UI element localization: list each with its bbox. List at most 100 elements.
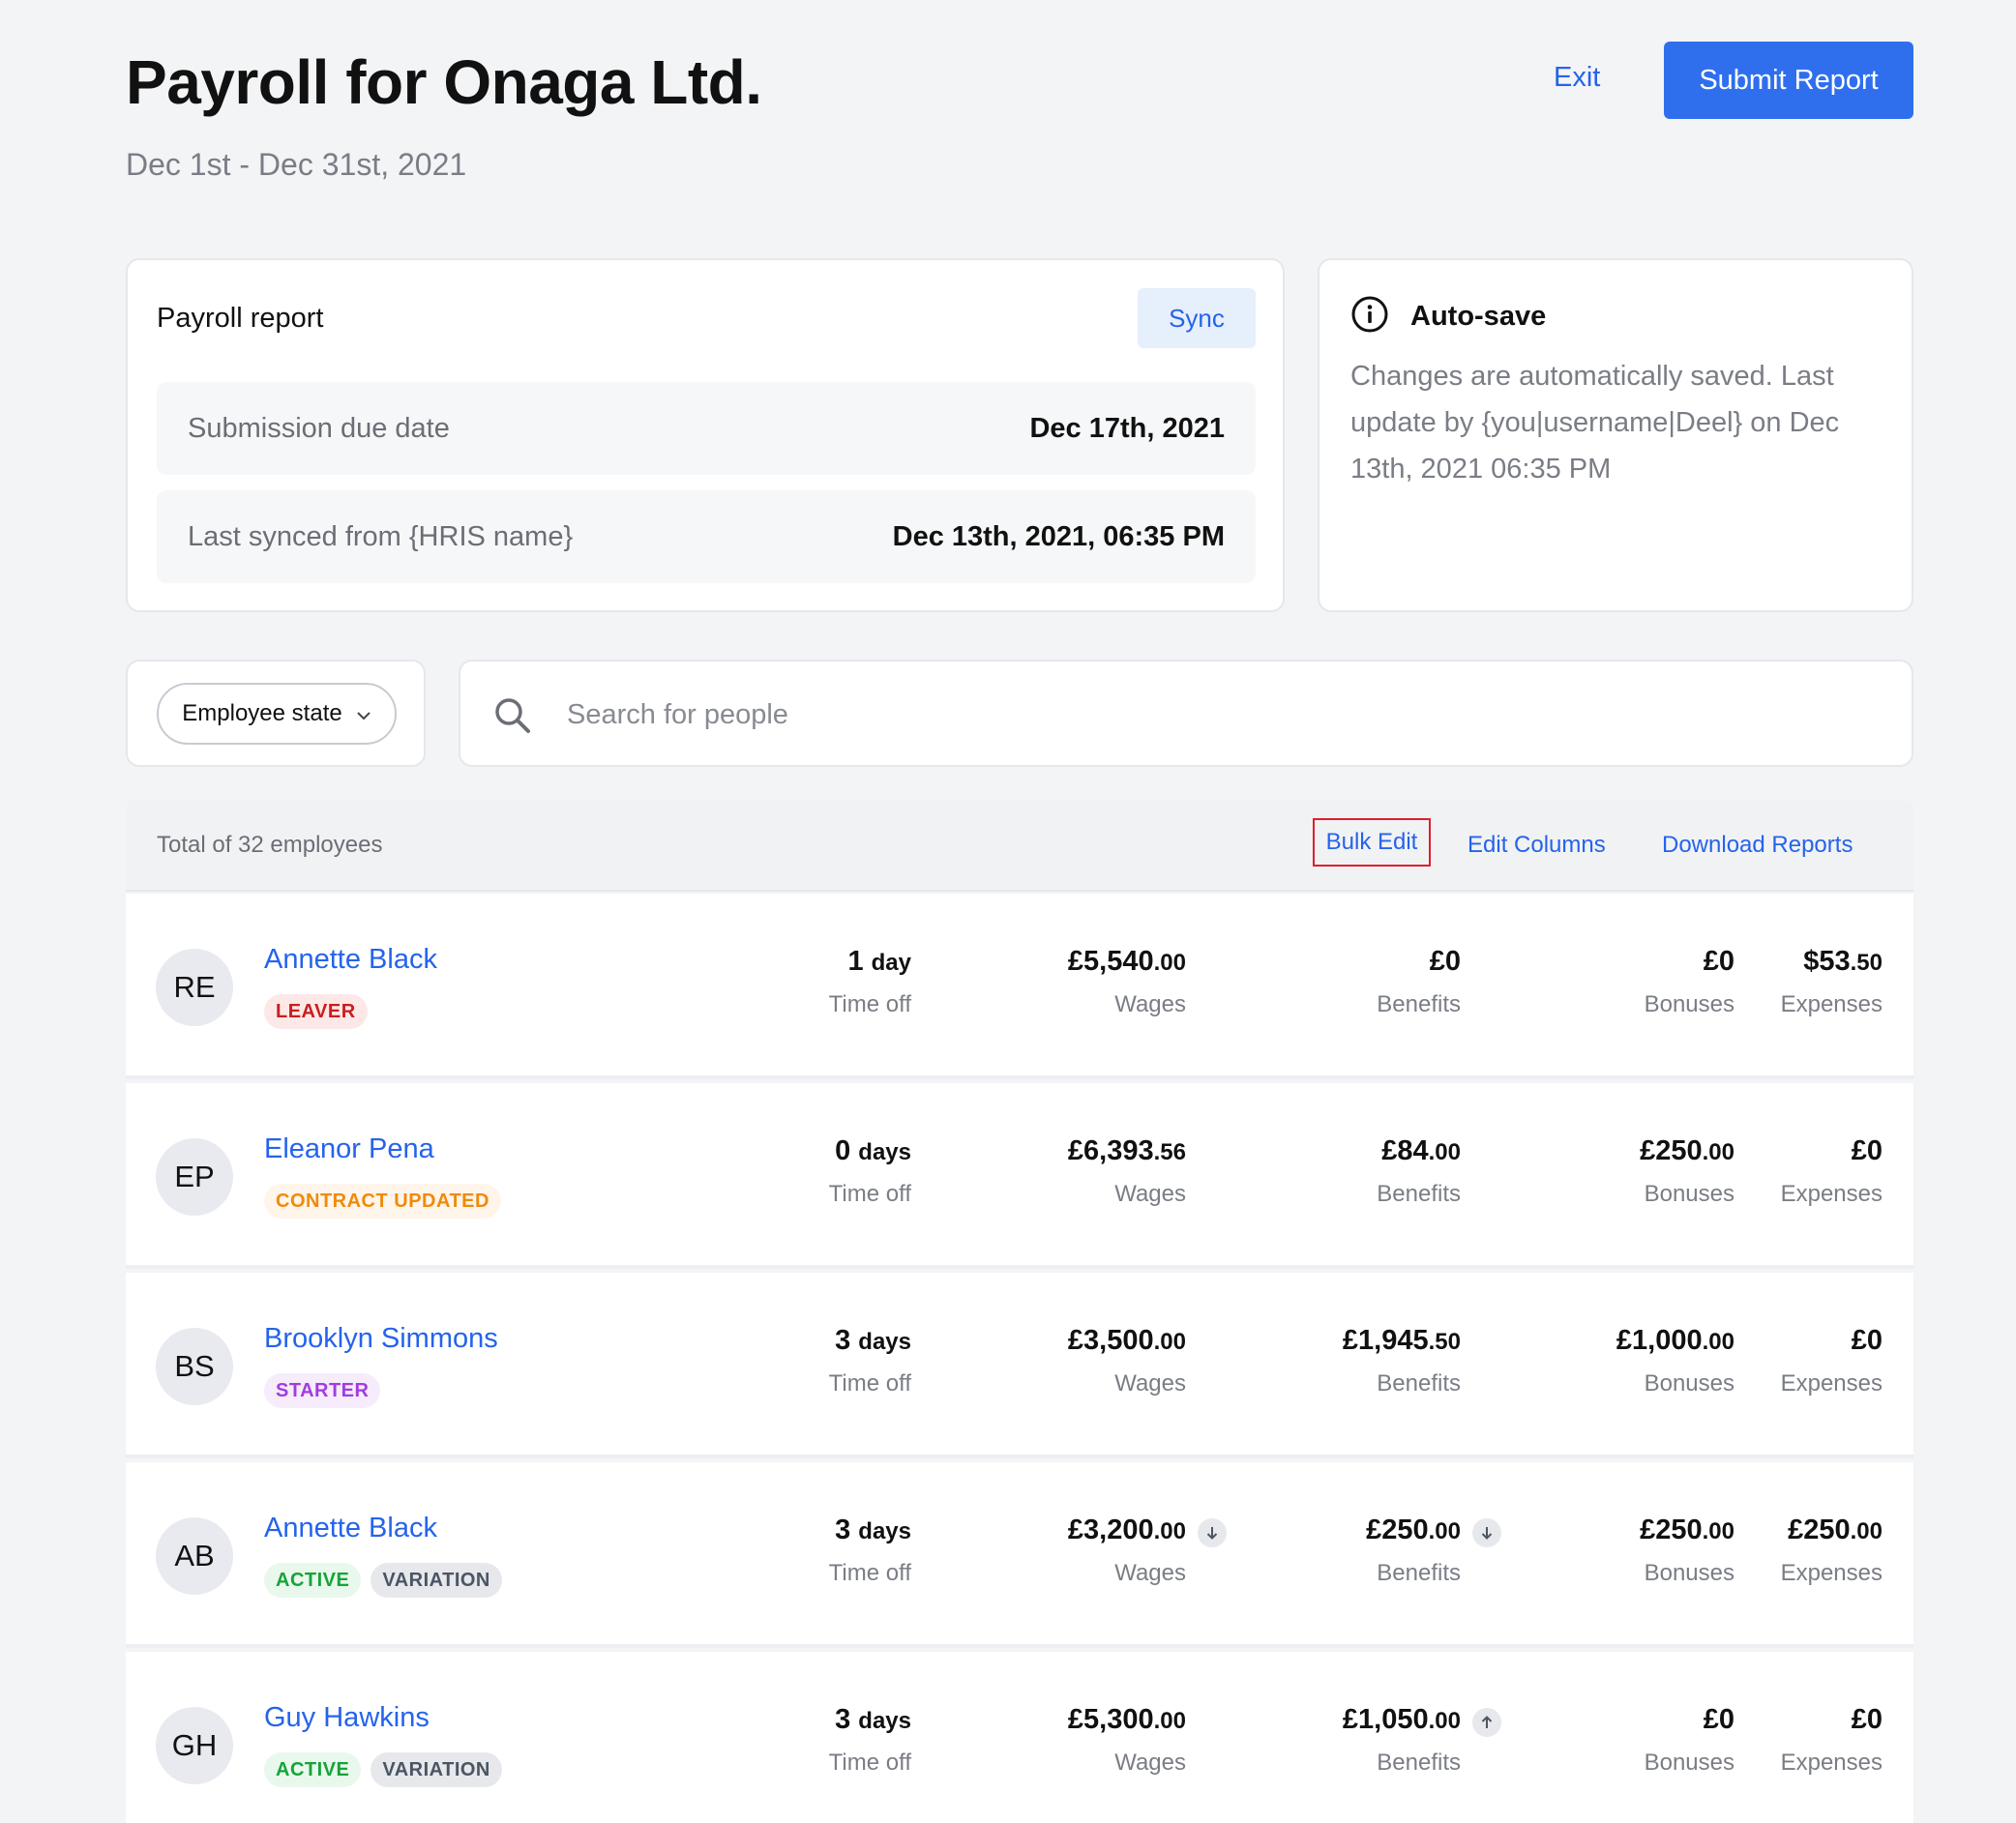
expenses-value: $53.50 xyxy=(1631,946,1883,978)
employee-name-link[interactable]: Brooklyn Simmons xyxy=(264,1323,498,1355)
benefits-value: £250.00 xyxy=(1209,1514,1501,1547)
expenses-label: Expenses xyxy=(1780,1370,1883,1397)
time-off-number: 3 xyxy=(835,1325,851,1356)
autosave-card: Auto-save Changes are automatically save… xyxy=(1318,258,1913,612)
benefits-cents: .00 xyxy=(1428,1708,1461,1734)
time-off-cell[interactable]: 0 days Time off xyxy=(660,1135,911,1208)
wages-cell[interactable]: £5,300.00 Wages xyxy=(934,1704,1186,1777)
benefits-cell[interactable]: £1,050.00 Benefits xyxy=(1209,1704,1501,1777)
expenses-amount: £250 xyxy=(1788,1514,1851,1545)
expenses-cents: .00 xyxy=(1850,1518,1883,1544)
employee-state-dropdown[interactable]: Employee state xyxy=(157,683,397,745)
wages-value: £5,300.00 xyxy=(934,1704,1186,1736)
expenses-cell[interactable]: £0 Expenses xyxy=(1631,1325,1883,1397)
employee-name-link[interactable]: Guy Hawkins xyxy=(264,1702,430,1734)
time-off-label: Time off xyxy=(828,1749,911,1776)
benefits-amount: £84 xyxy=(1381,1135,1429,1166)
benefits-label: Benefits xyxy=(1377,1370,1461,1397)
status-badge: ACTIVE xyxy=(264,1563,362,1598)
employee-row[interactable]: RE Annette Black LEAVER 1 day Time off £5,540… xyxy=(126,894,1913,1079)
time-off-unit: days xyxy=(858,1518,911,1544)
time-off-cell[interactable]: 3 days Time off xyxy=(660,1514,911,1587)
benefits-amount: £1,945 xyxy=(1342,1325,1429,1356)
time-off-label: Time off xyxy=(828,1560,911,1586)
benefits-cell[interactable]: £1,945.50 Benefits xyxy=(1209,1325,1461,1397)
expenses-cell[interactable]: $53.50 Expenses xyxy=(1631,946,1883,1018)
time-off-cell[interactable]: 3 days Time off xyxy=(660,1704,911,1777)
wages-cell[interactable]: £3,200.00 Wages xyxy=(934,1514,1227,1587)
employee-row[interactable]: AB Annette Black ACTIVE VARIATION 3 days Time… xyxy=(126,1462,1913,1648)
benefits-label: Benefits xyxy=(1377,1181,1461,1207)
expenses-label: Expenses xyxy=(1780,991,1883,1017)
benefits-value: £1,945.50 xyxy=(1209,1325,1461,1357)
expenses-label: Expenses xyxy=(1780,1181,1883,1207)
expenses-label: Expenses xyxy=(1780,1749,1883,1776)
wages-label: Wages xyxy=(1114,1181,1186,1207)
wages-cents: .00 xyxy=(1153,1329,1186,1355)
submit-report-button[interactable]: Submit Report xyxy=(1664,42,1913,119)
employee-row[interactable]: EP Eleanor Pena CONTRACT UPDATED 0 days Time… xyxy=(126,1083,1913,1269)
status-badge: STARTER xyxy=(264,1373,381,1408)
status-badge: VARIATION xyxy=(371,1563,502,1598)
payroll-report-title: Payroll report xyxy=(157,303,324,334)
wages-value: £5,540.00 xyxy=(934,946,1186,978)
wages-amount: £5,300 xyxy=(1067,1704,1154,1735)
time-off-unit: days xyxy=(858,1139,911,1165)
employee-name-link[interactable]: Eleanor Pena xyxy=(264,1133,434,1165)
expenses-cell[interactable]: £250.00 Expenses xyxy=(1631,1514,1883,1587)
time-off-label: Time off xyxy=(828,1181,911,1207)
benefits-cell[interactable]: £250.00 Benefits xyxy=(1209,1514,1501,1587)
wages-cents: .00 xyxy=(1153,1708,1186,1734)
wages-cents: .56 xyxy=(1153,1139,1186,1165)
info-icon xyxy=(1350,295,1389,338)
benefits-cell[interactable]: £0 Benefits xyxy=(1209,946,1461,1018)
time-off-cell[interactable]: 1 day Time off xyxy=(660,946,911,1018)
wages-value: £6,393.56 xyxy=(934,1135,1186,1167)
bulk-edit-button[interactable]: Bulk Edit xyxy=(1313,818,1431,867)
edit-columns-button[interactable]: Edit Columns xyxy=(1468,832,1606,859)
last-synced-value: Dec 13th, 2021, 06:35 PM xyxy=(892,520,1225,552)
benefits-amount: £0 xyxy=(1429,946,1461,977)
wages-label: Wages xyxy=(1114,1749,1186,1776)
avatar: EP xyxy=(156,1138,233,1216)
avatar: GH xyxy=(156,1707,233,1784)
expenses-cell[interactable]: £0 Expenses xyxy=(1631,1704,1883,1777)
wages-value: £3,200.00 xyxy=(934,1514,1227,1547)
benefits-cents: .00 xyxy=(1428,1518,1461,1544)
wages-cell[interactable]: £6,393.56 Wages xyxy=(934,1135,1186,1208)
expenses-cell[interactable]: £0 Expenses xyxy=(1631,1135,1883,1208)
wages-cell[interactable]: £5,540.00 Wages xyxy=(934,946,1186,1018)
time-off-value: 0 days xyxy=(660,1135,911,1167)
status-badges: ACTIVE VARIATION xyxy=(264,1752,502,1787)
last-synced-row: Last synced from {HRIS name} Dec 13th, 2… xyxy=(157,490,1256,583)
sync-button[interactable]: Sync xyxy=(1138,288,1256,348)
time-off-cell[interactable]: 3 days Time off xyxy=(660,1325,911,1397)
expenses-amount: $53 xyxy=(1803,946,1851,977)
benefits-value: £1,050.00 xyxy=(1209,1704,1501,1737)
time-off-value: 3 days xyxy=(660,1514,911,1546)
expenses-label: Expenses xyxy=(1780,1560,1883,1586)
wages-cents: .00 xyxy=(1153,1518,1186,1544)
employee-row[interactable]: GH Guy Hawkins ACTIVE VARIATION 3 days Time o… xyxy=(126,1652,1913,1823)
employee-name-link[interactable]: Annette Black xyxy=(264,1513,437,1544)
status-badges: LEAVER xyxy=(264,994,368,1029)
time-off-number: 3 xyxy=(835,1704,851,1735)
avatar: BS xyxy=(156,1328,233,1405)
benefits-cents: .00 xyxy=(1428,1139,1461,1165)
download-reports-button[interactable]: Download Reports xyxy=(1662,832,1853,859)
expenses-amount: £0 xyxy=(1851,1704,1883,1735)
employee-name-link[interactable]: Annette Black xyxy=(264,944,437,976)
time-off-value: 3 days xyxy=(660,1704,911,1736)
wages-cell[interactable]: £3,500.00 Wages xyxy=(934,1325,1186,1397)
exit-link[interactable]: Exit xyxy=(1554,62,1600,94)
time-off-number: 3 xyxy=(835,1514,851,1545)
chevron-down-icon xyxy=(356,700,371,727)
search-input[interactable] xyxy=(567,685,1883,745)
time-off-number: 0 xyxy=(835,1135,851,1166)
time-off-unit: days xyxy=(858,1708,911,1734)
wages-value: £3,500.00 xyxy=(934,1325,1186,1357)
employee-row[interactable]: BS Brooklyn Simmons STARTER 3 days Time off £… xyxy=(126,1273,1913,1458)
employee-state-label: Employee state xyxy=(182,700,342,726)
total-employees: Total of 32 employees xyxy=(157,832,383,858)
benefits-cell[interactable]: £84.00 Benefits xyxy=(1209,1135,1461,1208)
